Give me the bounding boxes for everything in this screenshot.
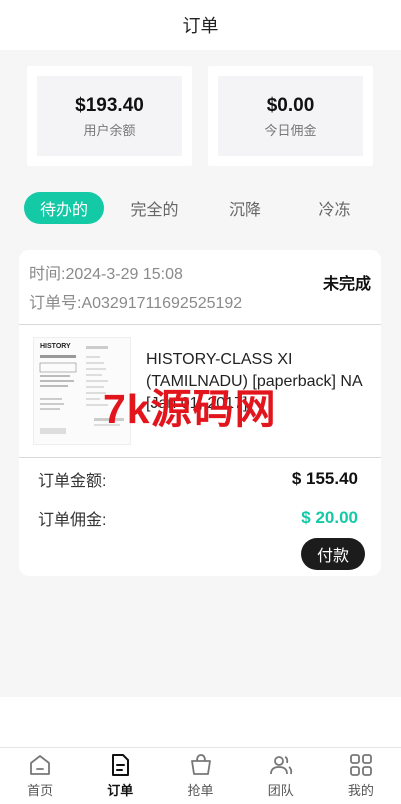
- balance-card: $193.40 用户余额: [27, 66, 192, 166]
- order-number: 订单号:A03291711692525192: [29, 295, 243, 312]
- bottom-spacer: [0, 697, 401, 747]
- tabbar-item-orders[interactable]: 订单: [80, 748, 160, 804]
- order-amount-row: 订单金额: $ 155.40: [38, 467, 358, 491]
- book-cover-title: HISTORY: [40, 343, 71, 350]
- bag-icon: [190, 754, 211, 775]
- order-commission-label: 订单佣金:: [38, 512, 107, 529]
- tab-completed[interactable]: 完全的: [104, 192, 205, 224]
- tabbar-label-home: 首页: [27, 783, 54, 798]
- balance-value: $193.40: [75, 94, 144, 116]
- grid-icon: [350, 754, 372, 776]
- watermark: 7k源码网: [103, 386, 277, 432]
- order-header: 时间:2024-3-29 15:08 订单号:A0329171169252519…: [19, 250, 381, 325]
- tab-frozen[interactable]: 冷冻: [285, 192, 384, 224]
- tab-pending[interactable]: 待办的: [24, 192, 104, 224]
- commission-card: $0.00 今日佣金: [208, 66, 373, 166]
- tab-settled[interactable]: 沉降: [205, 192, 285, 224]
- tabbar-label-team: 团队: [267, 783, 294, 798]
- order-status: 未完成: [322, 276, 371, 293]
- commission-card-inner: $0.00 今日佣金: [218, 76, 363, 156]
- bottom-tab-bar: 首页 订单 抢单 团队 我的: [0, 747, 401, 804]
- order-icon: [112, 754, 130, 776]
- order-amount-label: 订单金额:: [38, 473, 107, 490]
- team-icon: [269, 756, 292, 775]
- balance-label: 用户余额: [83, 122, 136, 138]
- balance-card-inner: $193.40 用户余额: [37, 76, 182, 156]
- order-commission-row: 订单佣金: $ 20.00: [38, 506, 358, 530]
- tabbar-item-team[interactable]: 团队: [241, 748, 321, 804]
- order-status-tabs: 待办的 完全的 沉降 冷冻: [24, 192, 384, 224]
- tabbar-item-mine[interactable]: 我的: [321, 748, 401, 804]
- commission-value: $0.00: [266, 94, 315, 116]
- tabbar-item-grab[interactable]: 抢单: [160, 748, 240, 804]
- pay-button[interactable]: 付款: [301, 538, 365, 570]
- tabbar-label-mine: 我的: [347, 783, 374, 798]
- home-icon: [30, 755, 50, 775]
- page-header: 订单: [0, 0, 401, 50]
- order-amount-value: $ 155.40: [291, 469, 358, 488]
- stats-panel: $193.40 用户余额 $0.00 今日佣金: [0, 66, 401, 166]
- order-commission-value: $ 20.00: [301, 508, 358, 527]
- order-time: 时间:2024-3-29 15:08: [29, 266, 183, 283]
- tabbar-label-orders: 订单: [107, 783, 134, 798]
- tabbar-label-grab: 抢单: [187, 783, 214, 798]
- divider: [19, 457, 381, 458]
- tabbar-item-home[interactable]: 首页: [0, 748, 80, 804]
- page-title: 订单: [182, 16, 219, 36]
- commission-label: 今日佣金: [264, 122, 317, 138]
